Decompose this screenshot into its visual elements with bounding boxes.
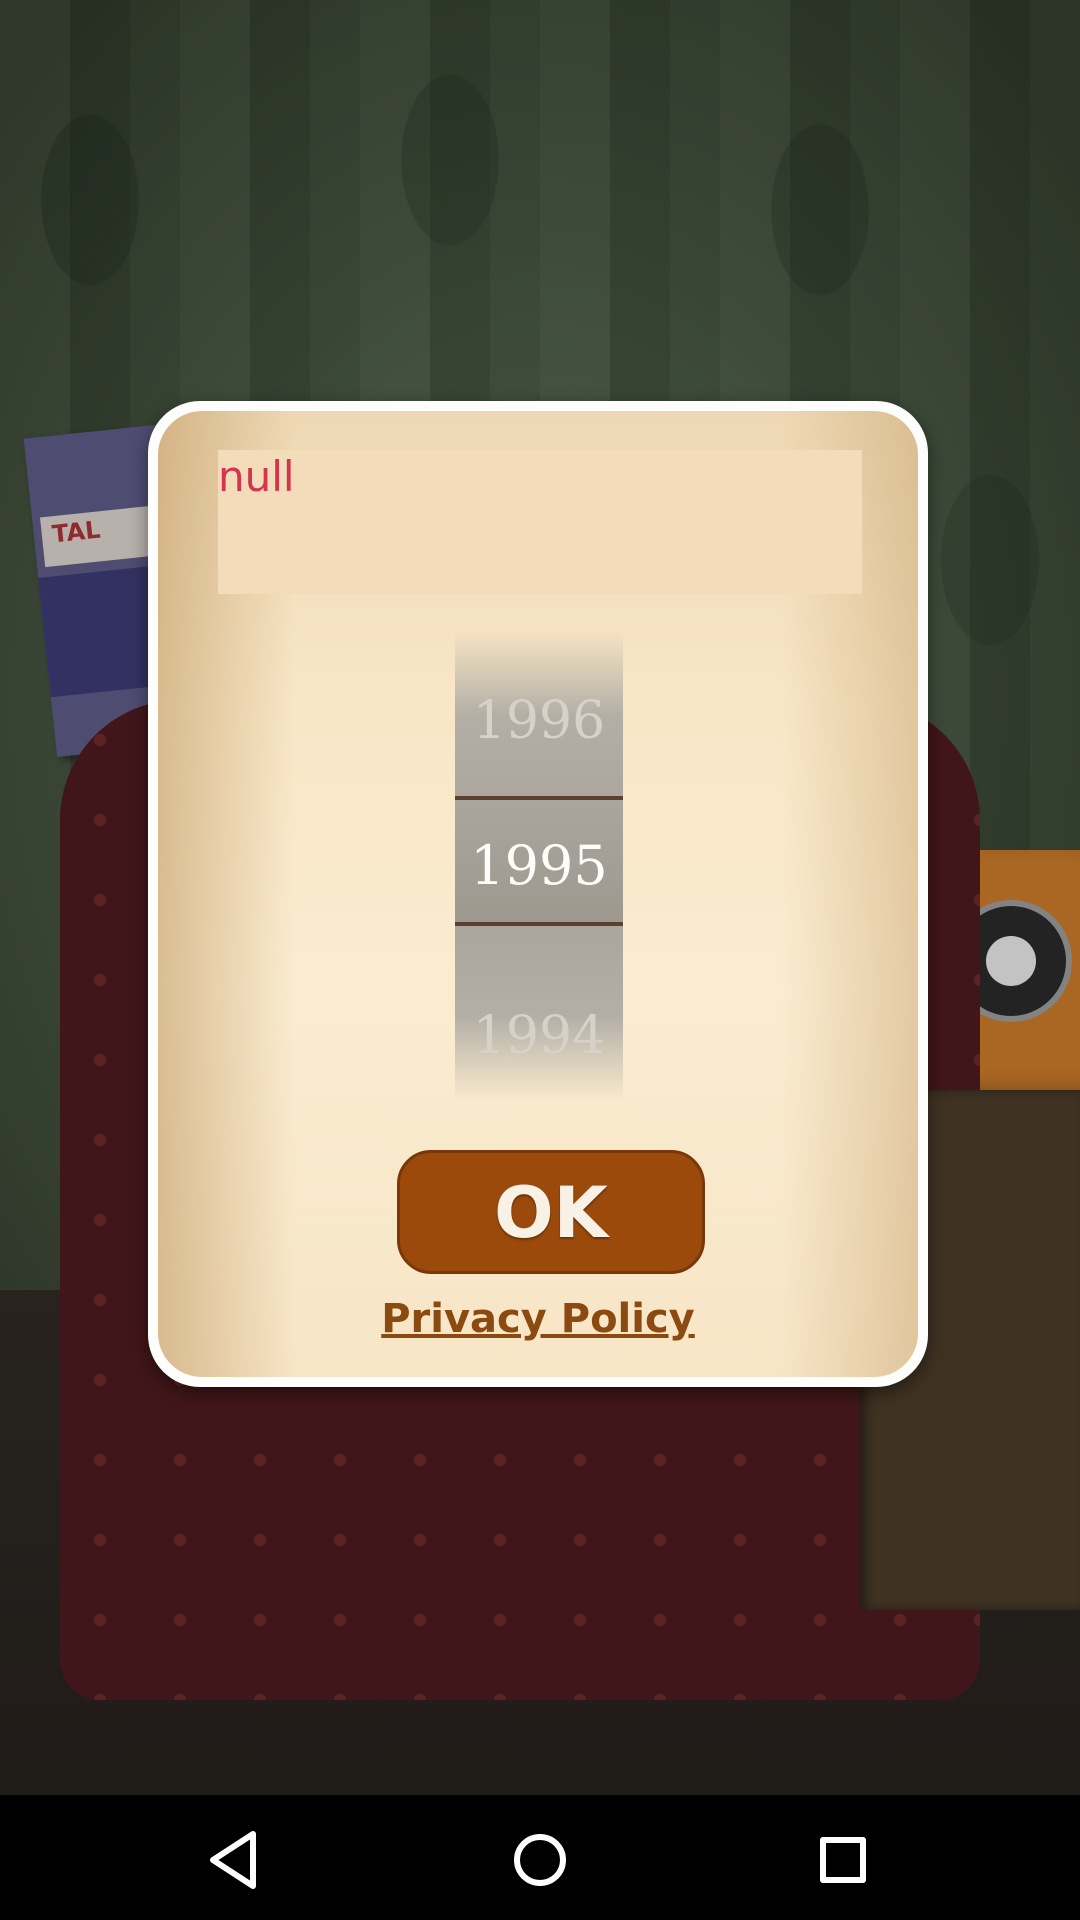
square-recent-apps-icon	[820, 1837, 866, 1883]
ok-button-label: OK	[494, 1172, 608, 1254]
dialog-title-box: null	[218, 450, 862, 594]
recent-apps-button[interactable]	[803, 1820, 883, 1900]
year-picker[interactable]: 1996 1995 1994	[455, 631, 623, 1101]
home-button[interactable]	[500, 1820, 580, 1900]
year-picker-selected[interactable]: 1995	[455, 796, 623, 926]
dialog-panel: null 1996 1995 1994 OK Privacy Policy	[158, 411, 918, 1377]
ok-button[interactable]: OK	[397, 1150, 705, 1274]
back-button[interactable]	[195, 1820, 275, 1900]
privacy-policy-link[interactable]: Privacy Policy	[158, 1296, 918, 1342]
birth-year-dialog: null 1996 1995 1994 OK Privacy Policy	[148, 401, 928, 1387]
circle-home-icon	[514, 1834, 566, 1886]
year-picker-selected-label: 1995	[470, 834, 608, 897]
dialog-title: null	[218, 452, 295, 501]
triangle-back-icon	[210, 1831, 256, 1889]
screen: TAL null 1996 1995 1994 OK Privacy Polic…	[0, 0, 1080, 1920]
year-picker-previous[interactable]: 1996	[455, 691, 623, 751]
year-picker-next[interactable]: 1994	[455, 1006, 623, 1066]
navigation-bar	[0, 1795, 1080, 1920]
